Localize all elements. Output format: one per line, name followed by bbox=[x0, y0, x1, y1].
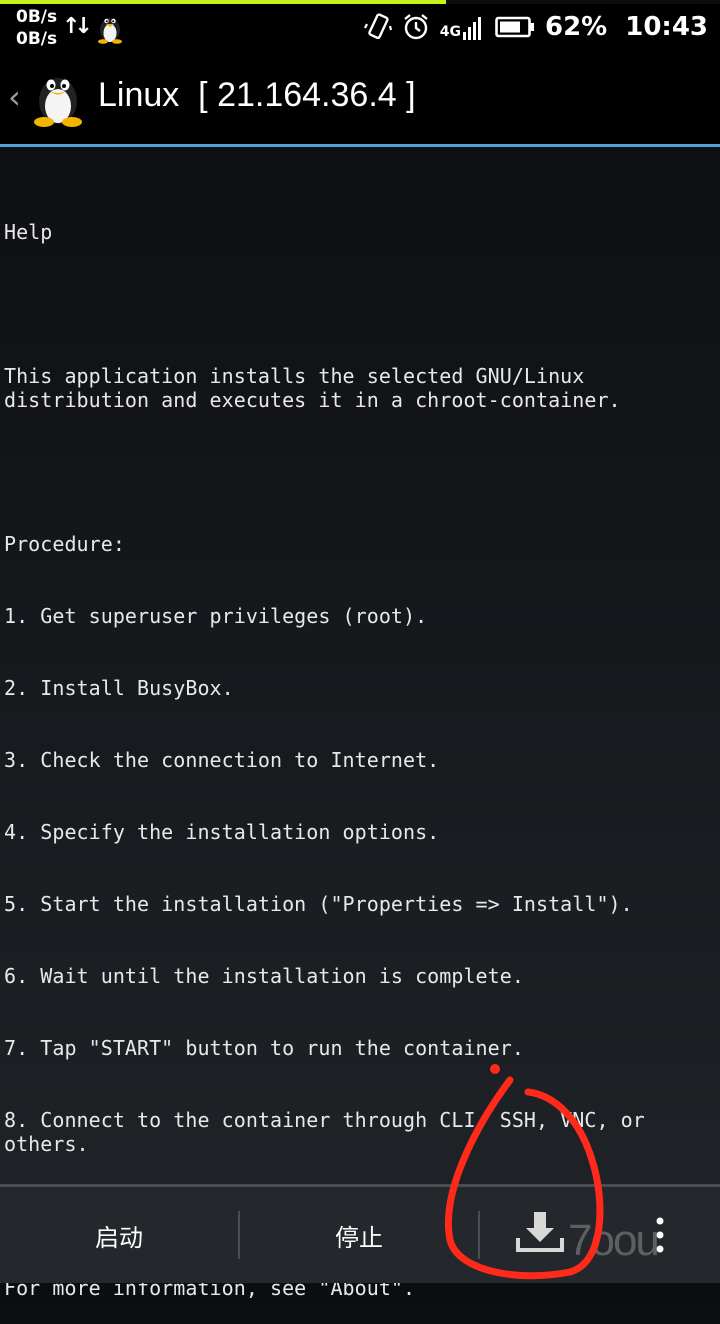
help-intro: This application installs the selected G… bbox=[4, 364, 621, 412]
battery-icon bbox=[495, 15, 535, 39]
procedure-step: 8. Connect to the container through CLI,… bbox=[4, 1108, 657, 1156]
action-bar: ‹ Linux [ 21.164.36.4 ] bbox=[0, 50, 720, 147]
network-speed: 0B/s 0B/s bbox=[16, 6, 57, 50]
procedure-step: 5. Start the installation ("Properties =… bbox=[4, 892, 633, 916]
tux-penguin-icon[interactable] bbox=[28, 68, 88, 132]
tux-notification-icon bbox=[96, 12, 124, 48]
procedure-step: 6. Wait until the installation is comple… bbox=[4, 964, 524, 988]
clock: 10:43 bbox=[625, 12, 708, 42]
procedure-label: Procedure: bbox=[4, 532, 125, 556]
app-title: Linux [ 21.164.36.4 ] bbox=[98, 76, 416, 114]
procedure-step: 4. Specify the installation options. bbox=[4, 820, 440, 844]
procedure-step: 3. Check the connection to Internet. bbox=[4, 748, 440, 772]
stop-button[interactable]: 停止 bbox=[240, 1187, 478, 1283]
status-icons: 4G 62% 10:43 bbox=[363, 4, 708, 50]
help-heading: Help bbox=[4, 220, 53, 244]
signal-icon: 4G bbox=[440, 14, 485, 40]
status-bar: 0B/s 0B/s ↑↓ 4G 62% 10:43 bbox=[0, 4, 720, 50]
procedure-step: 2. Install BusyBox. bbox=[4, 676, 234, 700]
data-transfer-icon: ↑↓ bbox=[62, 14, 93, 39]
procedure-step: 7. Tap "START" button to run the contain… bbox=[4, 1036, 524, 1060]
battery-percentage: 62% bbox=[545, 12, 608, 42]
start-button[interactable]: 启动 bbox=[0, 1187, 238, 1283]
upload-speed: 0B/s bbox=[16, 7, 58, 27]
download-speed: 0B/s bbox=[16, 29, 58, 49]
procedure-step: 1. Get superuser privileges (root). bbox=[4, 604, 428, 628]
watermark-logo: 7oou bbox=[568, 1216, 660, 1265]
action-bar-divider bbox=[0, 144, 720, 147]
network-type: 4G bbox=[439, 24, 461, 40]
alarm-icon bbox=[402, 13, 430, 41]
vibrate-icon bbox=[363, 12, 392, 42]
help-content: Help This application installs the selec… bbox=[4, 172, 716, 1324]
chevron-left-icon[interactable]: ‹ bbox=[8, 78, 21, 116]
download-tray-icon bbox=[515, 1210, 565, 1260]
